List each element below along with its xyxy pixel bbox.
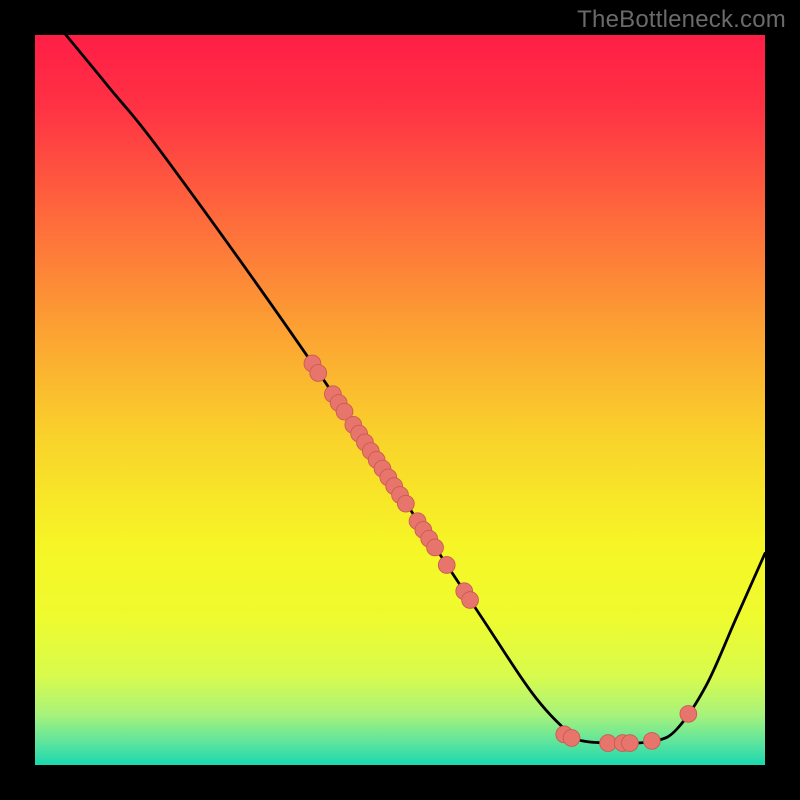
marker-dot	[427, 539, 444, 556]
marker-dot	[563, 730, 580, 747]
chart-svg	[35, 35, 765, 765]
plot-area	[35, 35, 765, 765]
watermark-text: TheBottleneck.com	[577, 6, 786, 34]
chart-frame: TheBottleneck.com	[0, 0, 800, 800]
marker-dot	[622, 735, 639, 752]
marker-dot	[310, 365, 327, 382]
curve-path	[57, 35, 765, 743]
marker-dot	[680, 706, 697, 723]
marker-dot	[462, 592, 479, 609]
markers-group	[304, 355, 697, 751]
marker-dot	[397, 495, 414, 512]
marker-dot	[643, 733, 660, 750]
marker-dot	[438, 557, 455, 574]
